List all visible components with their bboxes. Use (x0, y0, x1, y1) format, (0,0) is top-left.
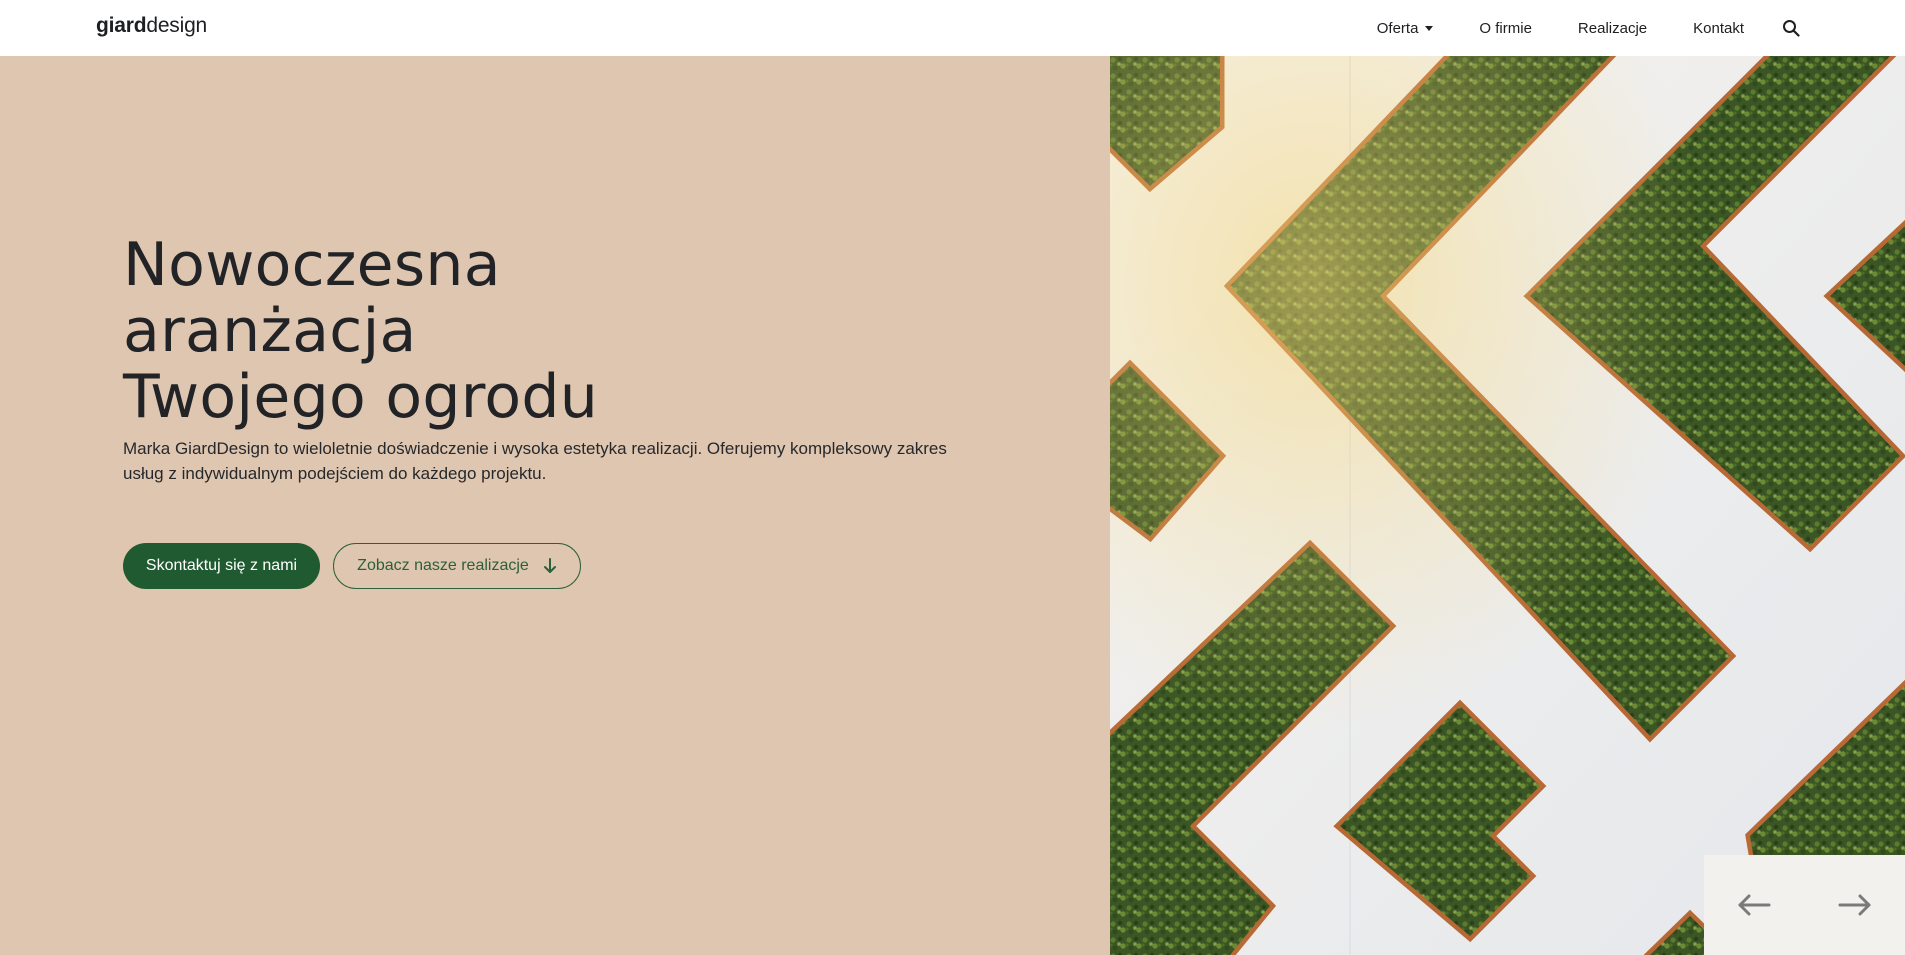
slider-controls (1704, 855, 1905, 955)
hero-description: Marka GiardDesign to wieloletnie doświad… (123, 439, 947, 483)
brand-logo[interactable]: giarddesign (96, 14, 207, 38)
search-button[interactable] (1782, 19, 1800, 37)
see-projects-label: Zobacz nasze realizacje (357, 557, 529, 574)
main-nav: Oferta O firmie Realizacje Kontakt (1377, 0, 1800, 56)
hero-title-line: aranżacja (123, 296, 417, 366)
nav-item-label: O firmie (1479, 19, 1532, 37)
arrow-left-icon (1738, 894, 1771, 916)
garden-maze-image (1110, 56, 1905, 955)
nav-item-label: Realizacje (1577, 19, 1648, 37)
navbar: giarddesign Oferta O firmie Realizacje K… (0, 0, 1905, 57)
nav-item-oferta[interactable]: Oferta (1377, 20, 1434, 37)
slider-next-button[interactable] (1825, 875, 1885, 935)
caret-down-icon (1425, 26, 1434, 31)
search-icon (1783, 20, 1800, 37)
arrow-right-icon (1838, 894, 1871, 916)
brand-logo-bold: giard (96, 14, 147, 37)
nav-item-label: Kontakt (1693, 19, 1744, 37)
arrow-down-icon (543, 558, 557, 574)
slider-prev-button[interactable] (1724, 875, 1784, 935)
see-projects-button[interactable]: Zobacz nasze realizacje (333, 543, 581, 589)
nav-item-kontakt[interactable]: Kontakt (1693, 20, 1744, 37)
brand-logo-light: design (146, 14, 208, 37)
hero-title-line: Nowoczesna (123, 230, 501, 300)
nav-item-realizacje[interactable]: Realizacje (1578, 20, 1647, 37)
contact-us-label: Skontaktuj się z nami (145, 557, 298, 574)
nav-item-label: Oferta (1376, 19, 1419, 37)
hero-title: Nowoczesna aranżacja Twojego ogrodu (123, 232, 598, 430)
hero-section (0, 56, 1110, 955)
hero-image (1110, 56, 1905, 955)
hero-title-line: Twojego ogrodu (123, 362, 599, 432)
nav-item-o-firmie[interactable]: O firmie (1479, 20, 1532, 37)
contact-us-button[interactable]: Skontaktuj się z nami (123, 543, 320, 589)
